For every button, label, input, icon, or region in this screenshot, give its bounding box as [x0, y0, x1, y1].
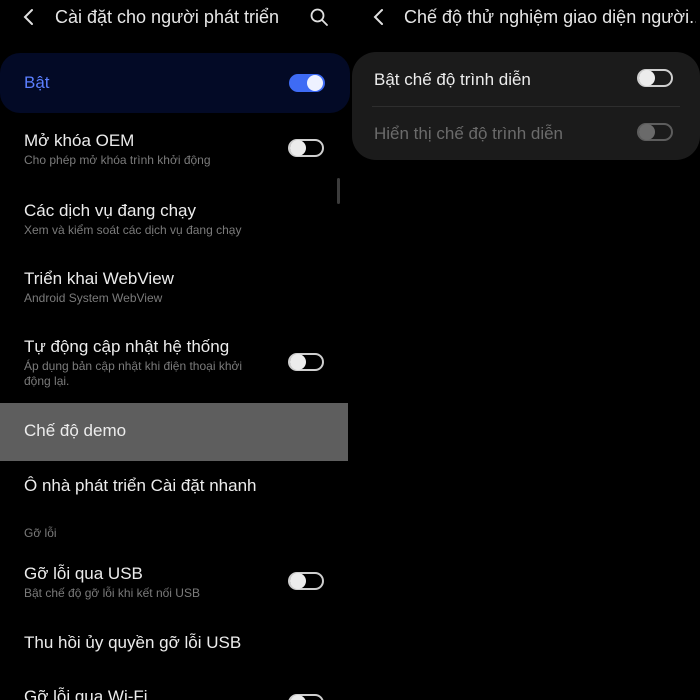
list-item-running-services[interactable]: Các dịch vụ đang chạy Xem và kiểm soát c… — [0, 190, 350, 245]
list-item-wifi-debugging[interactable]: Gỡ lỗi qua Wi-Fi — [0, 678, 350, 700]
item-subtitle: Bật chế độ gỡ lỗi khi kết nối USB — [24, 586, 200, 600]
item-title: Mở khóa OEM — [24, 131, 135, 150]
master-toggle[interactable] — [289, 74, 325, 92]
toggle-knob — [639, 124, 655, 140]
chevron-left-icon[interactable] — [22, 8, 36, 26]
master-switch-label: Bật — [24, 73, 50, 92]
item-subtitle-line1: Áp dụng bản cập nhật khi điện thoại khởi — [24, 359, 243, 373]
list-item-demo-mode[interactable]: Chế độ demo — [0, 403, 348, 461]
item-title: Triển khai WebView — [24, 269, 174, 288]
list-item-auto-update[interactable]: Tự động cập nhật hệ thống Áp dụng bản cậ… — [0, 326, 350, 394]
developer-options-panel: Cài đặt cho người phát triển Bật Mở khóa… — [0, 0, 350, 700]
demo-mode-panel: Chế độ thử nghiệm giao diện người... Bật… — [350, 0, 700, 700]
option-show-demo-mode: Hiển thị chế độ trình diễn — [352, 107, 700, 160]
toggle-knob — [639, 70, 655, 86]
auto-update-toggle[interactable] — [288, 353, 324, 371]
toggle-knob — [307, 75, 323, 91]
search-icon[interactable] — [309, 7, 329, 27]
item-title: Ô nhà phát triển Cài đặt nhanh — [24, 476, 257, 495]
oem-unlock-toggle[interactable] — [288, 139, 324, 157]
item-title: Gỡ lỗi qua USB — [24, 564, 143, 583]
toggle-knob — [290, 695, 306, 700]
item-subtitle: Cho phép mở khóa trình khởi động — [24, 153, 211, 167]
list-item-usb-debugging[interactable]: Gỡ lỗi qua USB Bật chế độ gỡ lỗi khi kết… — [0, 553, 350, 608]
option-label: Bật chế độ trình diễn — [374, 70, 531, 89]
item-subtitle: Xem và kiểm soát các dịch vụ đang chạy — [24, 223, 242, 237]
toggle-knob — [290, 140, 306, 156]
toggle-knob — [290, 573, 306, 589]
usb-debugging-toggle[interactable] — [288, 572, 324, 590]
enable-demo-toggle[interactable] — [637, 69, 673, 87]
list-item-webview[interactable]: Triển khai WebView Android System WebVie… — [0, 258, 350, 313]
header: Cài đặt cho người phát triển — [0, 0, 350, 36]
list-item-quick-settings-tiles[interactable]: Ô nhà phát triển Cài đặt nhanh — [0, 465, 350, 510]
toggle-knob — [290, 354, 306, 370]
item-title: Gỡ lỗi qua Wi-Fi — [24, 687, 148, 700]
item-title: Chế độ demo — [24, 421, 127, 440]
option-label: Hiển thị chế độ trình diễn — [374, 124, 564, 143]
option-enable-demo-mode[interactable]: Bật chế độ trình diễn — [352, 52, 700, 106]
item-title: Các dịch vụ đang chạy — [24, 201, 196, 220]
item-title: Tự động cập nhật hệ thống — [24, 337, 230, 356]
item-title: Thu hồi ủy quyền gỡ lỗi USB — [24, 633, 242, 652]
show-demo-toggle — [637, 123, 673, 141]
item-subtitle: Android System WebView — [24, 291, 163, 305]
page-title: Chế độ thử nghiệm giao diện người... — [404, 7, 696, 27]
item-subtitle-line2: động lại. — [24, 374, 70, 388]
page-title: Cài đặt cho người phát triển — [55, 7, 279, 27]
demo-options-card: Bật chế độ trình diễn Hiển thị chế độ tr… — [352, 52, 700, 160]
section-header-debugging: Gỡ lỗi — [24, 526, 57, 540]
list-item-oem-unlock[interactable]: Mở khóa OEM Cho phép mở khóa trình khởi … — [0, 120, 350, 175]
master-switch-row[interactable]: Bật — [0, 53, 350, 113]
list-item-revoke-usb-auth[interactable]: Thu hồi ủy quyền gỡ lỗi USB — [0, 622, 350, 667]
chevron-left-icon[interactable] — [372, 8, 386, 26]
wifi-debugging-toggle[interactable] — [288, 694, 324, 700]
header: Chế độ thử nghiệm giao diện người... — [350, 0, 700, 36]
